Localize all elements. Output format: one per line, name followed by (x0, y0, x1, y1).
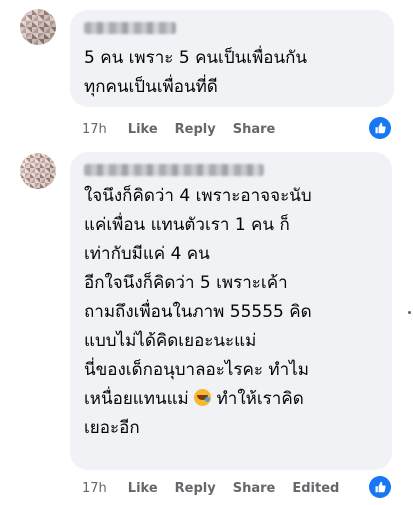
like-reaction-icon[interactable] (369, 117, 391, 139)
comment-actions: 17h Like Reply Share (82, 119, 292, 139)
share-button[interactable]: Share (233, 481, 276, 496)
commenter-name-blurred[interactable] (84, 164, 264, 176)
share-button[interactable]: Share (233, 122, 276, 137)
comment-bubble: 5 คน เพราะ 5 คนเป็นเพื่อนกัน ทุกคนเป็นเพ… (70, 10, 394, 107)
comment-text-part1: ใจนึงก็คิดว่า 4 เพราะอาจจะนับ แค่เพื่อน … (84, 186, 312, 409)
commenter-avatar[interactable] (20, 9, 56, 45)
like-button[interactable]: Like (128, 481, 158, 496)
comment-time[interactable]: 17h (82, 481, 107, 496)
more-options-icon[interactable] (408, 311, 411, 314)
comment-bubble: ใจนึงก็คิดว่า 4 เพราะอาจจะนับ แค่เพื่อน … (70, 152, 392, 470)
comment-actions: 17h Like Reply Share Edited (82, 478, 356, 498)
rofl-emoji-icon (194, 389, 212, 406)
reply-button[interactable]: Reply (175, 122, 216, 137)
commenter-avatar[interactable] (20, 153, 56, 189)
reply-button[interactable]: Reply (175, 481, 216, 496)
comment-text: 5 คน เพราะ 5 คนเป็นเพื่อนกัน ทุกคนเป็นเพ… (84, 48, 308, 97)
commenter-name-blurred[interactable] (84, 22, 176, 34)
edited-label[interactable]: Edited (292, 481, 339, 496)
like-reaction-icon[interactable] (369, 476, 391, 498)
like-button[interactable]: Like (128, 122, 158, 137)
comment-text: ใจนึงก็คิดว่า 4 เพราะอาจจะนับ แค่เพื่อน … (84, 182, 382, 443)
comment-time[interactable]: 17h (82, 122, 107, 137)
